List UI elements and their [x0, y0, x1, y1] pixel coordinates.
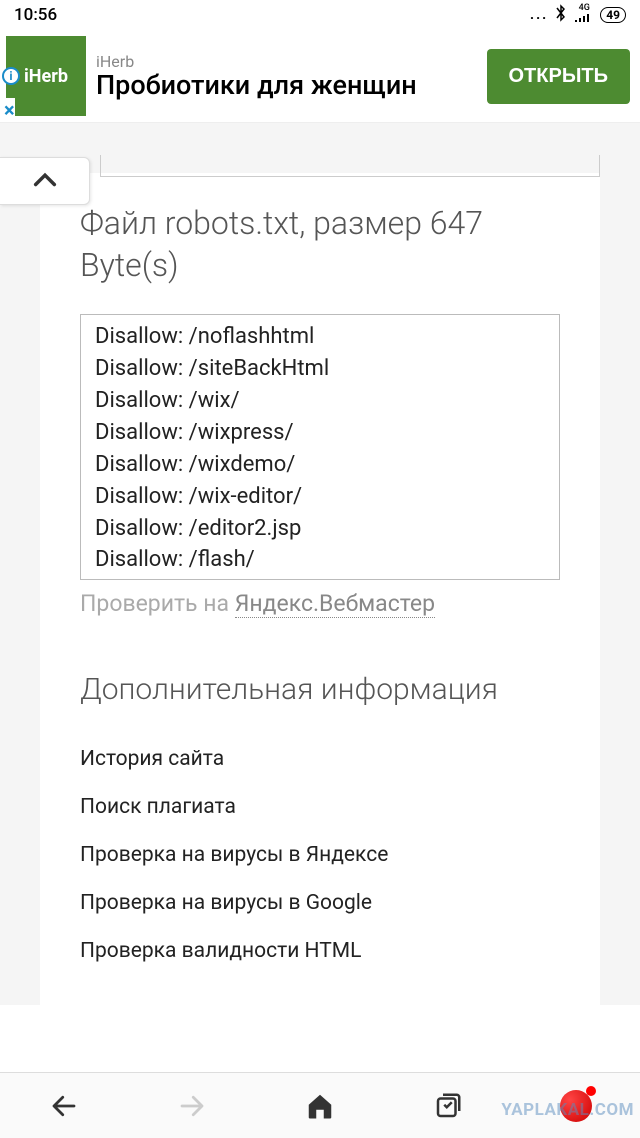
nav-forward-button[interactable]	[170, 1084, 214, 1128]
chevron-up-icon	[31, 167, 59, 195]
robots-line-partial: Disallow: /flash-templates/	[95, 576, 545, 580]
ad-title: Пробиотики для женщин	[96, 71, 477, 101]
robots-line: Disallow: /editor2.jsp	[95, 513, 545, 545]
nav-back-button[interactable]	[42, 1084, 86, 1128]
robots-line: Disallow: /noflashhtml	[95, 321, 545, 353]
robots-line: Disallow: /wix/	[95, 385, 545, 417]
info-list: История сайта Поиск плагиата Проверка на…	[80, 735, 560, 975]
status-time: 10:56	[14, 5, 57, 25]
ad-close-icon[interactable]: ×	[4, 98, 15, 122]
fragment-border	[100, 155, 600, 177]
robots-title: Файл robots.txt, размер 647 Byte(s)	[80, 203, 560, 286]
ad-info-icon[interactable]: i	[2, 67, 20, 85]
battery-indicator: 49	[600, 7, 626, 23]
tabs-icon	[433, 1091, 463, 1121]
notification-dot-icon	[586, 1086, 596, 1096]
info-link-html-validity[interactable]: Проверка валидности HTML	[80, 927, 560, 975]
info-link-history[interactable]: История сайта	[80, 735, 560, 783]
status-indicators: ... 4G 49	[530, 4, 626, 26]
menu-dots-icon: ...	[530, 7, 548, 23]
ad-logo: iHerb i ×	[6, 36, 86, 116]
collapse-tab[interactable]	[0, 157, 90, 205]
arrow-right-icon	[177, 1091, 207, 1121]
content-card: Файл robots.txt, размер 647 Byte(s) Disa…	[40, 173, 600, 1005]
robots-line: Disallow: /wixpress/	[95, 417, 545, 449]
info-link-yandex-virus[interactable]: Проверка на вирусы в Яндексе	[80, 831, 560, 879]
watermark: YAPLAKAL.COM	[501, 1100, 634, 1120]
robots-content-box[interactable]: Disallow: /noflashhtml Disallow: /siteBa…	[80, 314, 560, 580]
yandex-webmaster-link[interactable]: Яндекс.Вебмастер	[235, 590, 435, 618]
network-indicator: 4G	[574, 4, 594, 26]
status-bar: 10:56 ... 4G 49	[0, 0, 640, 30]
ad-open-button[interactable]: ОТКРЫТЬ	[487, 49, 631, 104]
home-icon	[305, 1091, 335, 1121]
nav-home-button[interactable]	[298, 1084, 342, 1128]
info-link-google-virus[interactable]: Проверка на вирусы в Google	[80, 879, 560, 927]
nav-tabs-button[interactable]	[426, 1084, 470, 1128]
additional-info-title: Дополнительная информация	[80, 672, 560, 707]
ad-banner[interactable]: iHerb i × iHerb Пробиотики для женщин ОТ…	[0, 30, 640, 123]
page-content: Файл robots.txt, размер 647 Byte(s) Disa…	[0, 123, 640, 1005]
ad-text: iHerb Пробиотики для женщин	[96, 52, 477, 101]
arrow-left-icon	[49, 1091, 79, 1121]
robots-line: Disallow: /siteBackHtml	[95, 353, 545, 385]
robots-line: Disallow: /wix-editor/	[95, 481, 545, 513]
ad-brand: iHerb	[96, 52, 477, 71]
info-link-plagiarism[interactable]: Поиск плагиата	[80, 783, 560, 831]
robots-line: Disallow: /wixdemo/	[95, 449, 545, 481]
robots-line: Disallow: /flash/	[95, 544, 545, 576]
bluetooth-icon	[554, 4, 568, 26]
check-line: Проверить на Яндекс.Вебмастер	[80, 590, 560, 617]
